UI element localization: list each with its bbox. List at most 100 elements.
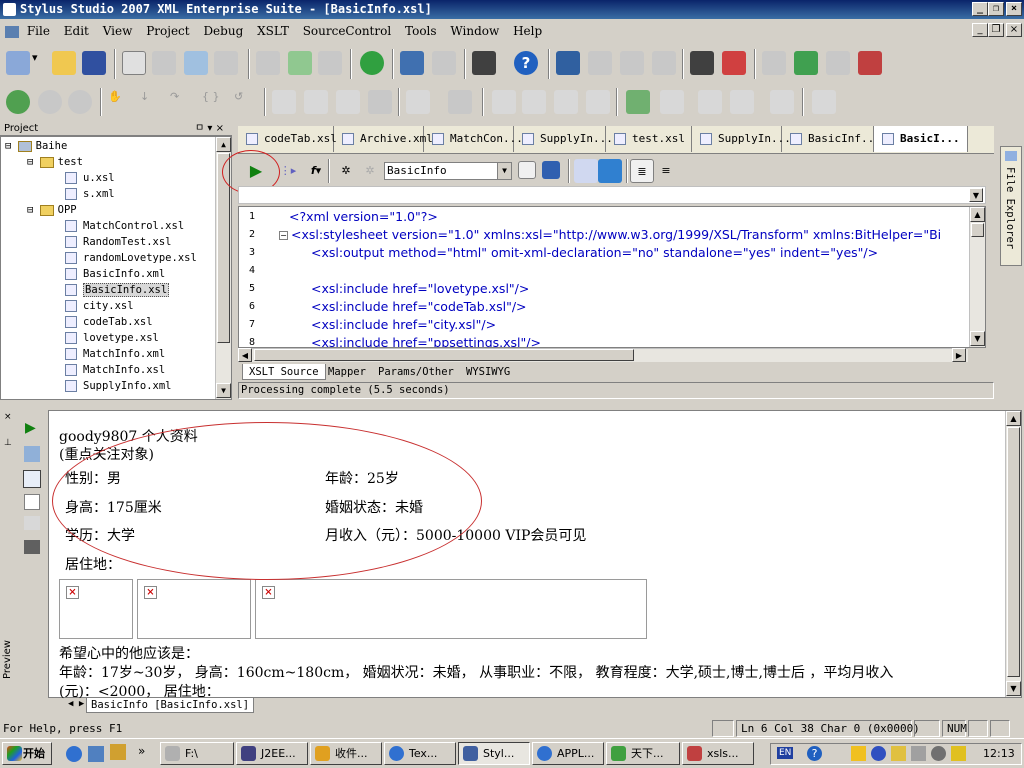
doc-tab[interactable]: Archive.xml	[334, 126, 433, 152]
task-button-active[interactable]: Styl...	[458, 742, 530, 765]
menu-view[interactable]: View	[103, 24, 133, 38]
step-out-icon[interactable]: { }	[202, 90, 226, 114]
code-line[interactable]: <?xml version="1.0"?>	[289, 209, 438, 224]
function-icon[interactable]: f▾	[304, 159, 328, 183]
task-button[interactable]: Tex...	[384, 742, 456, 765]
call-stack-icon[interactable]	[336, 90, 360, 114]
hand-icon[interactable]: ✋	[108, 90, 132, 114]
dropdown-arrow-icon[interactable]: ▾	[32, 51, 46, 75]
task-button[interactable]: F:\	[160, 742, 234, 765]
doc-tab[interactable]: SupplyIn...	[514, 126, 613, 152]
menu-sourcecontrol[interactable]: SourceControl	[303, 24, 392, 38]
redo-icon[interactable]	[432, 51, 456, 75]
validate-icon[interactable]	[492, 90, 516, 114]
copy-window-icon[interactable]	[152, 51, 176, 75]
check-doc-icon[interactable]	[660, 90, 684, 114]
task-button[interactable]: xsls...	[682, 742, 754, 765]
cut-icon[interactable]	[256, 51, 280, 75]
quicklaunch-icon[interactable]	[88, 746, 104, 762]
align-left-icon[interactable]: ≣	[630, 159, 654, 183]
copy-icon[interactable]	[288, 51, 312, 75]
code-editor[interactable]: 1 <?xml version="1.0"?> 2 − <xsl:stylesh…	[238, 206, 986, 348]
tree-file[interactable]: MatchControl.xsl	[65, 219, 184, 234]
scroll-down-arrow-icon[interactable]: ▼	[216, 383, 231, 398]
file-explorer-tab[interactable]: File Explorer	[1000, 146, 1022, 266]
preview-tree-icon[interactable]	[24, 446, 40, 462]
task-button[interactable]: APPL...	[532, 742, 604, 765]
format-icon[interactable]	[858, 51, 882, 75]
step-into-icon[interactable]: ↓	[140, 90, 164, 114]
print-icon[interactable]	[472, 51, 496, 75]
code-line[interactable]: <xsl:include href="ppsettings.xsl"/>	[311, 335, 541, 347]
task-button[interactable]: J2EE...	[236, 742, 308, 765]
tree-file[interactable]: MatchInfo.xsl	[65, 363, 165, 378]
code-line[interactable]: <xsl:output method="html" omit-xml-decla…	[311, 245, 878, 260]
tray-icon[interactable]	[851, 746, 866, 761]
tree-file[interactable]: s.xml	[65, 187, 115, 202]
scroll-up-arrow-icon[interactable]: ▲	[970, 207, 985, 222]
panel-close-icon[interactable]: ㅁ ▾ ×	[195, 122, 224, 136]
convert-icon[interactable]	[698, 90, 722, 114]
tree-file[interactable]: lovetype.xsl	[65, 331, 159, 346]
breakpoint-clear-icon[interactable]	[368, 90, 392, 114]
breakpoint-icon[interactable]: ✲	[334, 159, 358, 183]
tree-file[interactable]: RandomTest.xsl	[65, 235, 172, 250]
replace-icon[interactable]	[722, 51, 746, 75]
volume-icon[interactable]	[911, 746, 926, 761]
menu-edit[interactable]: Edit	[64, 24, 89, 38]
tray-icon[interactable]	[891, 746, 906, 761]
doc-tab-active[interactable]: BasicI...	[874, 126, 968, 152]
xsd-icon[interactable]	[812, 90, 836, 114]
maximize-button[interactable]: ❐	[988, 2, 1004, 16]
tray-icon[interactable]	[951, 746, 966, 761]
menu-tools[interactable]: Tools	[405, 24, 437, 38]
template-select[interactable]: BasicInfo ▼	[384, 162, 512, 180]
tree-file[interactable]: u.xsl	[65, 171, 115, 186]
clear-breakpoint-icon[interactable]: ✲	[358, 159, 382, 183]
doc-restore-button[interactable]: ❐	[988, 23, 1004, 37]
debug-bug-icon[interactable]	[6, 90, 30, 114]
quicklaunch-more-icon[interactable]: »	[138, 744, 145, 758]
code-line[interactable]: <xsl:include href="codeTab.xsl"/>	[311, 299, 527, 314]
menu-file[interactable]: File	[27, 24, 50, 38]
help-tray-icon[interactable]: ?	[807, 746, 822, 761]
scroll-up-arrow-icon[interactable]: ▲	[216, 137, 231, 152]
scroll-thumb[interactable]	[971, 223, 984, 237]
convert2-icon[interactable]	[730, 90, 754, 114]
watch-icon[interactable]	[272, 90, 296, 114]
menu-project[interactable]: Project	[146, 24, 189, 38]
menu-window[interactable]: Window	[450, 24, 499, 38]
paste-icon[interactable]	[318, 51, 342, 75]
doc-tab[interactable]: codeTab.xsl	[238, 126, 337, 152]
save-icon[interactable]	[82, 51, 106, 75]
schema-check-icon[interactable]	[586, 90, 610, 114]
add-check-icon[interactable]	[626, 90, 650, 114]
close-button[interactable]: ×	[1006, 2, 1022, 16]
hand-select-icon[interactable]	[448, 90, 472, 114]
refresh-icon[interactable]	[360, 51, 384, 75]
tree-folder-opp[interactable]: ⊟ OPP	[27, 203, 77, 218]
scroll-down-arrow-icon[interactable]: ▼	[970, 331, 985, 346]
quicklaunch-icon[interactable]	[110, 744, 126, 760]
browser-view-icon[interactable]	[23, 470, 41, 488]
code-line[interactable]: <xsl:stylesheet version="1.0" xmlns:xsl=…	[291, 227, 941, 242]
print-preview-icon[interactable]	[24, 516, 40, 530]
minimize-button[interactable]: _	[972, 2, 988, 16]
schema-icon[interactable]	[554, 90, 578, 114]
save-output-icon[interactable]	[24, 540, 40, 554]
tab-params[interactable]: Params/Other	[372, 364, 460, 380]
scroll-up-arrow-icon[interactable]: ▲	[1006, 411, 1021, 426]
align-right-icon[interactable]: ≡	[654, 159, 678, 183]
language-indicator[interactable]: EN	[777, 747, 794, 759]
code-line[interactable]: <xsl:include href="city.xsl"/>	[311, 317, 496, 332]
ruler-dropdown-icon[interactable]: ▼	[969, 188, 983, 202]
text-view-icon[interactable]	[24, 494, 40, 510]
undo-icon[interactable]	[400, 51, 424, 75]
tray-icon[interactable]	[831, 746, 843, 761]
preview-run-icon[interactable]: ▶	[25, 420, 36, 436]
tab-xslt-source[interactable]: XSLT Source	[242, 364, 326, 380]
publish-icon[interactable]	[770, 90, 794, 114]
tree-file[interactable]: codeTab.xsl	[65, 315, 153, 330]
doc-tab[interactable]: BasicInf...	[782, 126, 881, 152]
pin-icon[interactable]: ×	[4, 412, 12, 422]
